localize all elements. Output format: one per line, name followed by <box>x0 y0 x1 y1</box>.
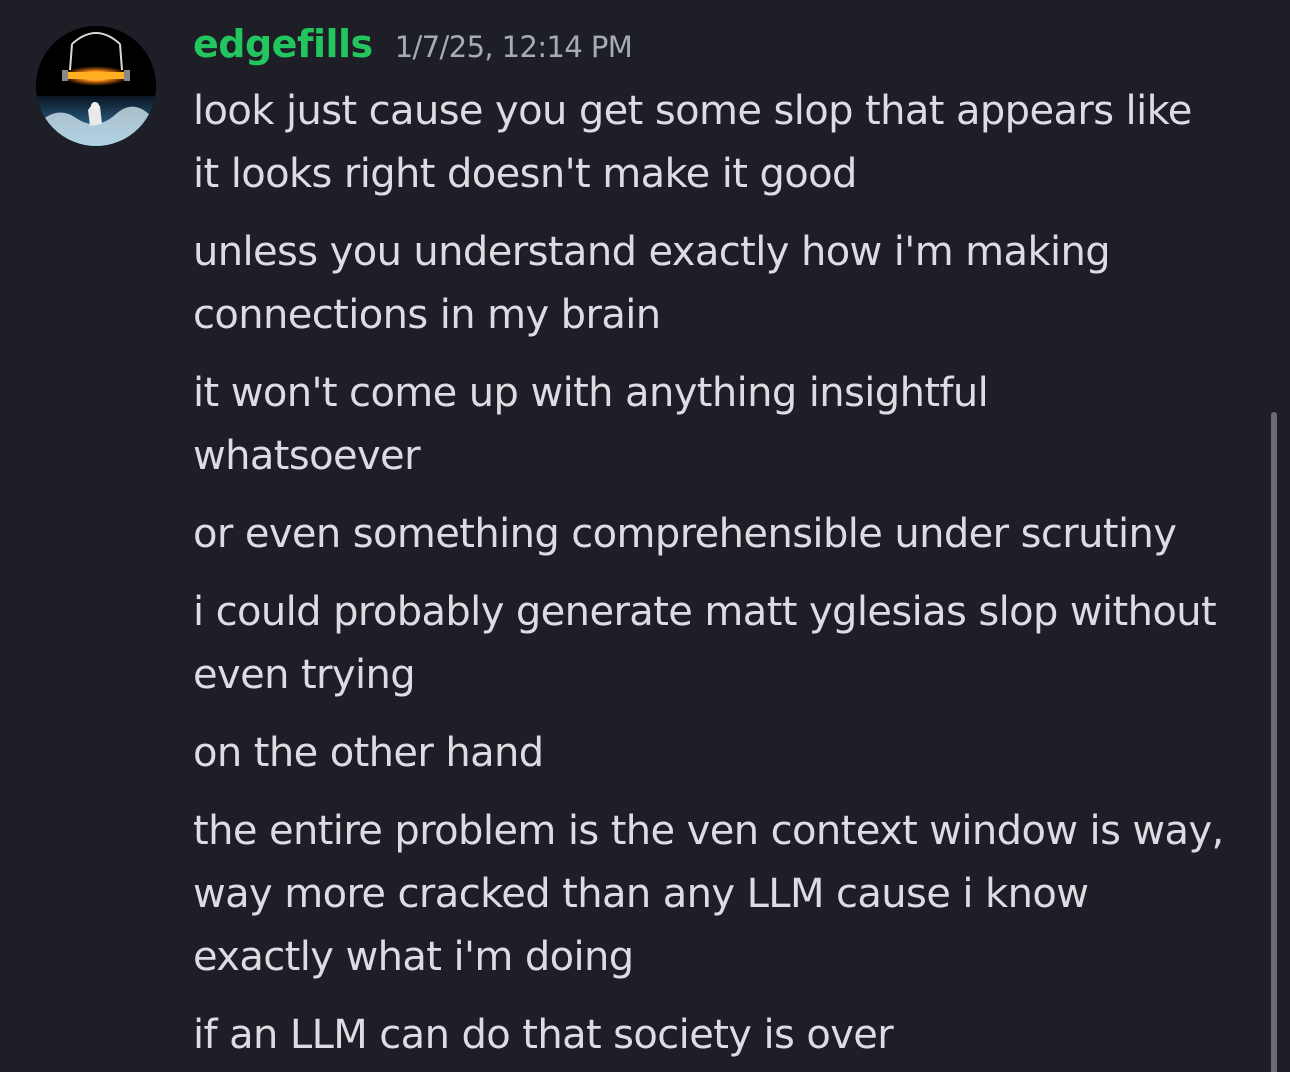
message-header: edgefills 1/7/25, 12:14 PM <box>193 22 633 74</box>
message-line[interactable]: on the other hand <box>193 722 1258 785</box>
message-line[interactable]: unless you understand exactly how i'm ma… <box>193 221 1258 347</box>
message-line[interactable]: i could probably generate matt yglesias … <box>193 581 1258 707</box>
message-line[interactable]: it won't come up with anything insightfu… <box>193 362 1258 488</box>
message-line[interactable]: or even something comprehensible under s… <box>193 503 1258 566</box>
username[interactable]: edgefills <box>193 22 373 66</box>
timestamp: 1/7/25, 12:14 PM <box>394 30 633 64</box>
message-group: look just cause you get some slop that a… <box>193 80 1258 1072</box>
user-avatar[interactable] <box>36 26 156 146</box>
avatar-image-icon <box>36 26 156 146</box>
message-line[interactable]: the entire problem is the ven context wi… <box>193 800 1258 989</box>
message-line[interactable]: look just cause you get some slop that a… <box>193 80 1258 206</box>
scrollbar-thumb[interactable] <box>1271 412 1277 1072</box>
message-line[interactable]: if an LLM can do that society is over <box>193 1004 1258 1067</box>
chat-view: edgefills 1/7/25, 12:14 PM look just cau… <box>0 0 1290 1072</box>
